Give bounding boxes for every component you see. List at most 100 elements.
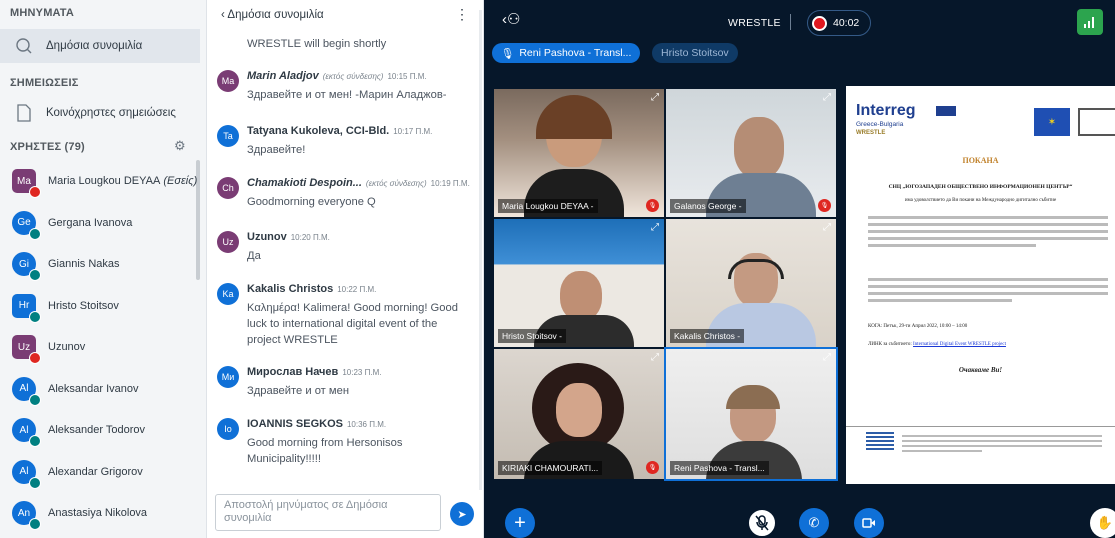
microphone-icon: 🎙 — [501, 47, 515, 60]
actions-button[interactable]: + — [505, 508, 535, 538]
video-tile[interactable]: ⤢ KIRIAKI CHAMOURATI... 🎙 — [494, 349, 664, 479]
avatar: Gi — [12, 252, 41, 281]
body-text-block-1 — [868, 212, 1108, 251]
message-sender: IOANNIS SEGKOS — [247, 418, 343, 430]
participant-name: Hristo Stoitsov - — [498, 329, 566, 343]
user-list-item[interactable]: Hr Hristo Stoitsov — [12, 291, 119, 323]
video-tile[interactable]: ⤢ Hristo Stoitsov - — [494, 219, 664, 347]
avatar-initials: Uz — [17, 341, 31, 353]
recording-timer: 40:02 — [833, 17, 860, 29]
shared-notes-item[interactable]: Κοινόχρηστες σημειώσεις — [0, 96, 200, 130]
closing-line: Очакваме Ви! — [958, 366, 1003, 374]
presentation-slide[interactable]: Interreg Greece-Bulgaria WRESTLE ✶ ПОКАН… — [846, 86, 1115, 484]
hand-icon: ✋ — [1096, 515, 1114, 530]
video-tile-active-speaker[interactable]: ⤢ Reni Pashova - Transl... — [664, 347, 838, 481]
muted-icon: 🎙 — [646, 461, 659, 474]
message-avatar: Ch — [217, 177, 239, 199]
chat-options-icon[interactable]: ⋮ — [455, 6, 469, 23]
microphone-on-icon — [29, 393, 41, 406]
avatar-initials: Ge — [17, 217, 31, 228]
participant-hair — [536, 95, 612, 139]
avatar-initials: Al — [19, 466, 29, 477]
microphone-on-icon — [29, 476, 41, 489]
invitation-heading: ПОКАНА — [962, 156, 999, 165]
connection-status-icon[interactable] — [1077, 9, 1103, 35]
meeting-title: WRESTLE — [728, 17, 781, 29]
chat-back-button[interactable]: ‹ Δημόσια συνομιλία — [221, 9, 324, 21]
chat-message-input[interactable]: Αποστολή μηνύματος σε Δημόσια συνομιλία — [215, 494, 441, 531]
interreg-region: Greece-Bulgaria — [856, 121, 904, 128]
message-sender-row: Kakalis Christos 10:22 Π.Μ. — [247, 283, 376, 295]
avatar: Uz — [12, 335, 41, 364]
participant-name: Reni Pashova - Transl... — [670, 461, 769, 475]
message-text: Goodmorning everyone Q — [247, 196, 376, 208]
toggle-userlist-icon[interactable]: ‹⚇ — [502, 10, 520, 28]
video-tile[interactable]: ⤢ Galanos George - 🎙 — [666, 89, 836, 217]
message-text: Καλημέρα! Kalimera! Good morning! Good l… — [247, 302, 458, 346]
message-text: Здравейте и от мен! -Марин Аладжов- — [247, 89, 447, 101]
user-you-suffix: (Εσείς) — [163, 175, 198, 187]
microphone-on-icon — [29, 269, 41, 281]
chat-scrollbar[interactable] — [479, 10, 482, 490]
user-name: Alexandar Grigorov — [48, 465, 143, 478]
avatar-initials: Al — [19, 383, 29, 394]
message-avatar: Ми — [217, 366, 239, 388]
share-webcam-button[interactable] — [854, 508, 884, 538]
logo-block — [936, 106, 956, 116]
message-time: 10:36 Π.Μ. — [346, 420, 387, 429]
avatar: Al — [12, 376, 41, 406]
eu-flag-icon: ✶ — [1034, 108, 1070, 136]
participant-face — [560, 271, 602, 321]
video-tile[interactable]: ⤢ Maria Lougkou DEYAA - 🎙 — [494, 89, 664, 217]
phone-icon: ✆ — [808, 515, 820, 530]
title-divider — [790, 14, 791, 30]
message-avatar: Ta — [217, 125, 239, 147]
message-sender: Мирослав Начев — [247, 366, 339, 378]
message-sender: Marin Aladjov — [247, 70, 319, 82]
user-list-item[interactable]: Ma Maria Lougkou DEYAA (Εσείς) — [12, 166, 198, 198]
user-list-item[interactable]: Ge Gergana Ivanova — [12, 208, 133, 240]
message-sender: Tatyana Kukoleva, CCI-Bld. — [247, 125, 390, 137]
public-chat-item[interactable]: Δημόσια συνομιλία — [0, 29, 200, 63]
message-text: Да — [247, 250, 261, 262]
user-list-item[interactable]: Al Aleksandar Ivanov — [12, 374, 139, 406]
user-name: Aleksander Todorov — [48, 424, 146, 436]
talking-indicator-2[interactable]: Hristo Stoitsov — [652, 43, 738, 63]
event-link[interactable]: International Digital Event WRESTLE proj… — [913, 342, 1006, 347]
avatar: Al — [12, 459, 41, 489]
unmute-button[interactable] — [747, 508, 777, 538]
avatar-initials: Gi — [19, 258, 29, 270]
video-tile[interactable]: ⤢ Kakalis Christos - — [666, 219, 836, 347]
user-list-item[interactable]: Al Aleksander Todorov — [12, 415, 146, 447]
interreg-logo: Interreg — [856, 102, 916, 119]
send-button[interactable]: ➤ — [450, 502, 474, 526]
microphone-on-icon — [29, 435, 41, 447]
raise-hand-button[interactable]: ✋ — [1090, 508, 1115, 538]
user-name: Uzunov — [48, 341, 86, 353]
chat-title: Δημόσια συνομιλία — [227, 9, 324, 21]
leave-audio-button[interactable]: ✆ — [799, 508, 829, 538]
expand-icon[interactable]: ⤢ — [823, 352, 831, 363]
users-heading: ΧΡΗΣΤΕΣ (79) — [10, 141, 85, 153]
user-name: Gergana Ivanova — [48, 216, 133, 229]
muted-icon: 🎙 — [818, 199, 831, 212]
invitation-line: има удоволствието да Ви покани на Междун… — [904, 198, 1057, 203]
user-list-item[interactable]: Uz Uzunov — [12, 332, 86, 364]
expand-icon[interactable]: ⤢ — [651, 92, 659, 103]
avatar-initials: Al — [19, 424, 29, 436]
expand-icon[interactable]: ⤢ — [823, 92, 831, 103]
recording-indicator[interactable]: 40:02 — [807, 10, 871, 36]
expand-icon[interactable]: ⤢ — [651, 352, 659, 363]
avatar: Ma — [12, 169, 41, 198]
expand-icon[interactable]: ⤢ — [651, 222, 659, 233]
user-list-item[interactable]: Al Alexandar Grigorov — [12, 457, 143, 489]
user-list-item[interactable]: Gi Giannis Nakas — [12, 249, 120, 281]
message-time: 10:22 Π.Μ. — [337, 285, 377, 294]
microphone-on-icon — [29, 310, 41, 323]
user-list-item[interactable]: An Anastasiya Nikolova — [12, 498, 147, 530]
talking-indicator-1[interactable]: 🎙 Reni Pashova - Transl... — [492, 43, 641, 63]
expand-icon[interactable]: ⤢ — [823, 222, 831, 233]
sender-status: (εκτός σύνδεσης) — [322, 72, 384, 81]
gear-icon[interactable]: ⚙ — [174, 138, 186, 154]
avatar: Ge — [12, 210, 41, 240]
